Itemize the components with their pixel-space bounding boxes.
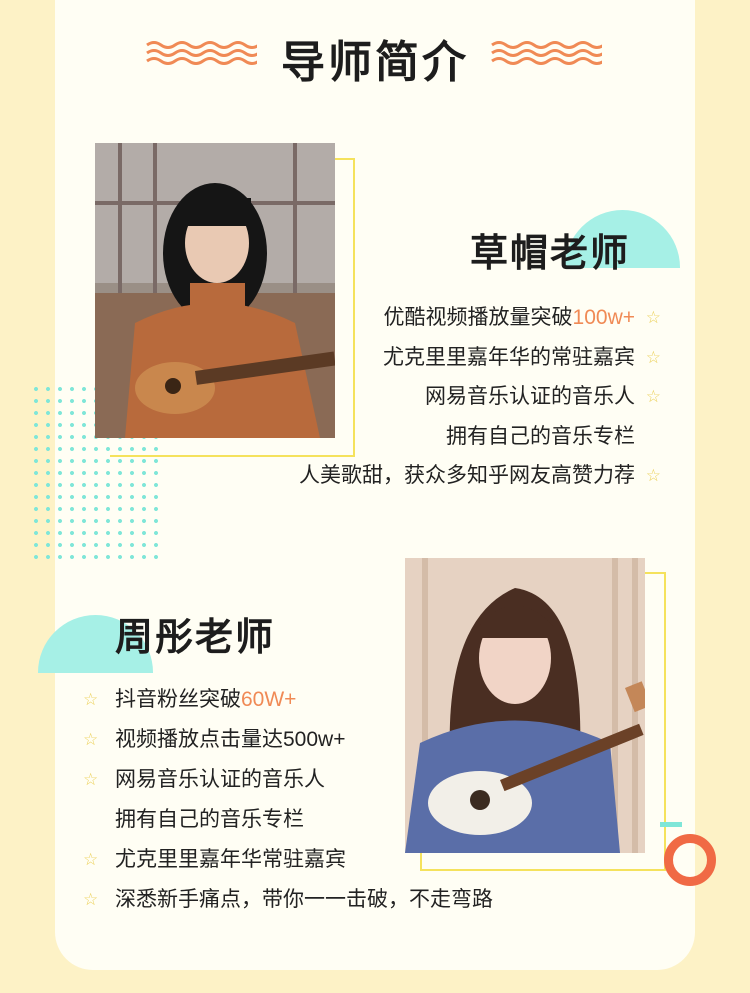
star-outline-icon: ☆ bbox=[83, 850, 99, 869]
teacher2-achievements: ☆ 抖音粉丝突破60W+ ☆ 视频播放点击量达500w+ ☆ 网易音乐认证的音乐人 拥… bbox=[83, 680, 493, 920]
star-outline-icon: ☆ bbox=[83, 770, 99, 789]
highlight-value: 100w+ bbox=[572, 306, 635, 329]
list-item: 拥有自己的音乐专栏 bbox=[115, 808, 304, 831]
list-item: 尤克里里嘉年华的常驻嘉宾 ☆ bbox=[299, 338, 661, 378]
wave-decoration-right bbox=[491, 41, 602, 65]
star-outline-icon: ☆ bbox=[645, 466, 661, 486]
star-outline-icon: ☆ bbox=[83, 890, 99, 909]
list-item: ☆ 视频播放点击量达500w+ bbox=[83, 720, 493, 760]
list-item: ☆ 深悉新手痛点，带你一一击破，不走弯路 bbox=[83, 880, 493, 920]
mint-dash-decoration bbox=[660, 822, 682, 827]
list-item: ☆ 网易音乐认证的音乐人 bbox=[83, 760, 493, 800]
list-item: 人美歌甜，获众多知乎网友高赞力荐 ☆ bbox=[299, 456, 661, 496]
teacher1-achievements: 优酷视频播放量突破100w+ ☆ 尤克里里嘉年华的常驻嘉宾 ☆ 网易音乐认证的音乐人… bbox=[299, 298, 661, 496]
page-title: 导师简介 bbox=[281, 38, 469, 87]
list-item: ☆ 抖音粉丝突破60W+ bbox=[83, 680, 493, 720]
section-header: 导师简介 bbox=[0, 20, 750, 90]
star-outline-icon: ☆ bbox=[83, 690, 99, 709]
highlight-value: 60W+ bbox=[241, 688, 297, 711]
star-outline-icon: ☆ bbox=[645, 347, 661, 367]
list-item: 拥有自己的音乐专栏 bbox=[446, 424, 635, 448]
star-outline-icon: ☆ bbox=[645, 387, 661, 407]
teacher2-name: 周彤老师 bbox=[115, 617, 276, 659]
star-outline-icon: ☆ bbox=[645, 308, 661, 327]
list-item: ☆ 尤克里里嘉年华常驻嘉宾 bbox=[83, 840, 493, 880]
list-item: 优酷视频播放量突破100w+ ☆ bbox=[299, 298, 661, 338]
orange-ring-decoration bbox=[664, 834, 716, 886]
star-outline-icon: ☆ bbox=[83, 730, 99, 749]
list-item: 网易音乐认证的音乐人 ☆ bbox=[299, 377, 661, 417]
teacher1-name: 草帽老师 bbox=[470, 233, 631, 275]
